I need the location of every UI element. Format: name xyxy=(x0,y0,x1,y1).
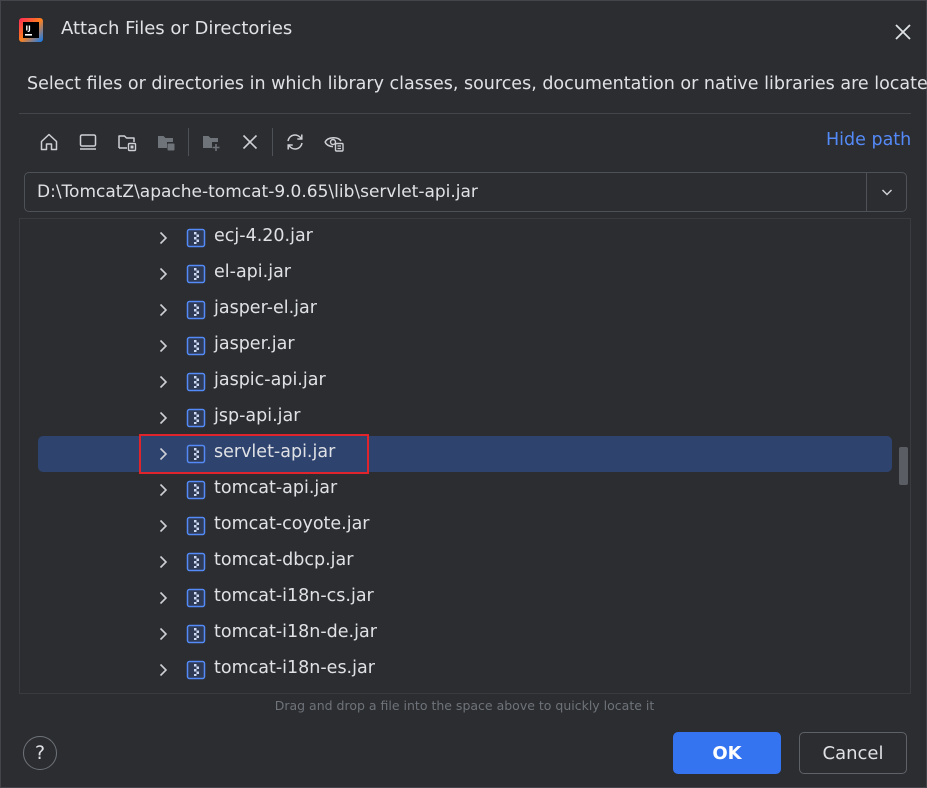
tree-row[interactable]: el-api.jar xyxy=(20,256,910,292)
chevron-right-icon[interactable] xyxy=(154,517,172,535)
refresh-icon xyxy=(287,134,303,150)
jar-file-icon xyxy=(186,336,206,356)
hide-path-link[interactable]: Hide path xyxy=(826,130,911,150)
tree-row-label: tomcat-dbcp.jar xyxy=(214,550,354,570)
jar-file-icon xyxy=(186,300,206,320)
tree-row[interactable]: tomcat-api.jar xyxy=(20,472,910,508)
chevron-right-icon[interactable] xyxy=(154,481,172,499)
tree-row[interactable]: jasper.jar xyxy=(20,328,910,364)
desktop-icon xyxy=(79,134,97,150)
tree-row-label: jasper.jar xyxy=(214,334,295,354)
path-input[interactable] xyxy=(25,173,866,211)
jar-file-icon xyxy=(186,660,206,680)
chevron-right-icon[interactable] xyxy=(154,265,172,283)
attach-files-dialog: IJ Attach Files or Directories Select fi… xyxy=(0,0,927,788)
tree-row-label: tomcat-coyote.jar xyxy=(214,514,370,534)
path-history-dropdown[interactable] xyxy=(867,173,907,211)
close-icon[interactable] xyxy=(889,18,917,46)
scrollbar-thumb[interactable] xyxy=(899,447,908,485)
file-tree[interactable]: ecj-4.20.jar el-api.jar jasper-el.jar jaspe… xyxy=(19,218,911,694)
help-button[interactable]: ? xyxy=(23,736,57,770)
tree-row[interactable]: tomcat-i18n-es.jar xyxy=(20,652,910,688)
title-bar: IJ Attach Files or Directories xyxy=(1,1,926,59)
ok-button[interactable]: OK xyxy=(673,732,781,774)
cancel-button[interactable]: Cancel xyxy=(799,732,907,774)
project-directory-button[interactable] xyxy=(109,125,145,159)
toolbar xyxy=(31,125,355,159)
intellij-logo-icon: IJ xyxy=(19,18,43,42)
chevron-right-icon[interactable] xyxy=(154,301,172,319)
new-folder-button[interactable] xyxy=(193,125,229,159)
jar-file-icon xyxy=(186,408,206,428)
jar-file-icon xyxy=(186,264,206,284)
module-directory-button[interactable] xyxy=(148,125,184,159)
chevron-right-icon[interactable] xyxy=(154,337,172,355)
jar-file-icon xyxy=(186,228,206,248)
tree-row[interactable]: ecj-4.20.jar xyxy=(20,220,910,256)
jar-file-icon xyxy=(186,588,206,608)
path-combobox[interactable] xyxy=(24,172,907,212)
chevron-right-icon[interactable] xyxy=(154,589,172,607)
tree-row[interactable]: servlet-api.jar xyxy=(20,434,910,474)
tree-row-label: tomcat-api.jar xyxy=(214,478,338,498)
chevron-right-icon[interactable] xyxy=(154,553,172,571)
tree-row-label: jaspic-api.jar xyxy=(214,370,326,390)
drag-drop-hint: Drag and drop a file into the space abov… xyxy=(274,698,655,713)
home-button[interactable] xyxy=(31,125,67,159)
chevron-down-icon xyxy=(881,189,893,196)
toolbar-separator xyxy=(272,128,273,156)
delete-button[interactable] xyxy=(232,125,268,159)
chevron-right-icon[interactable] xyxy=(154,409,172,427)
divider xyxy=(19,113,911,114)
chevron-right-icon[interactable] xyxy=(154,625,172,643)
show-hidden-icon xyxy=(324,137,344,152)
jar-file-icon xyxy=(186,624,206,644)
tree-row[interactable]: tomcat-i18n-de.jar xyxy=(20,616,910,652)
jar-file-icon xyxy=(186,516,206,536)
red-highlight-box xyxy=(139,434,369,474)
chevron-right-icon[interactable] xyxy=(154,229,172,247)
desktop-button[interactable] xyxy=(70,125,106,159)
tree-row-label: el-api.jar xyxy=(214,262,291,282)
chevron-right-icon[interactable] xyxy=(154,661,172,679)
tree-row-label: tomcat-i18n-de.jar xyxy=(214,622,377,642)
tree-row[interactable]: jaspic-api.jar xyxy=(20,364,910,400)
tree-row-label: jsp-api.jar xyxy=(214,406,301,426)
toolbar-separator xyxy=(188,128,189,156)
refresh-button[interactable] xyxy=(277,125,313,159)
tree-row-label: ecj-4.20.jar xyxy=(214,226,313,246)
svg-text:IJ: IJ xyxy=(26,25,31,33)
tree-row[interactable]: tomcat-i18n-cs.jar xyxy=(20,580,910,616)
home-icon xyxy=(40,133,58,151)
delete-icon xyxy=(242,134,258,150)
chevron-right-icon[interactable] xyxy=(154,373,172,391)
tree-row[interactable]: tomcat-dbcp.jar xyxy=(20,544,910,580)
dialog-title: Attach Files or Directories xyxy=(61,18,293,39)
tree-row[interactable]: tomcat-coyote.jar xyxy=(20,508,910,544)
tree-row-label: jasper-el.jar xyxy=(214,298,317,318)
jar-file-icon xyxy=(186,552,206,572)
jar-file-icon xyxy=(186,372,206,392)
show-hidden-button[interactable] xyxy=(316,125,352,159)
module-folder-icon xyxy=(158,136,175,151)
tree-row-label: tomcat-i18n-es.jar xyxy=(214,658,375,678)
project-folder-icon xyxy=(118,135,137,152)
tree-row-label: tomcat-i18n-cs.jar xyxy=(214,586,374,606)
tree-row[interactable]: jasper-el.jar xyxy=(20,292,910,328)
jar-file-icon xyxy=(186,480,206,500)
tree-row[interactable]: jsp-api.jar xyxy=(20,400,910,436)
new-folder-icon xyxy=(203,136,220,151)
dialog-description: Select files or directories in which lib… xyxy=(27,74,927,94)
